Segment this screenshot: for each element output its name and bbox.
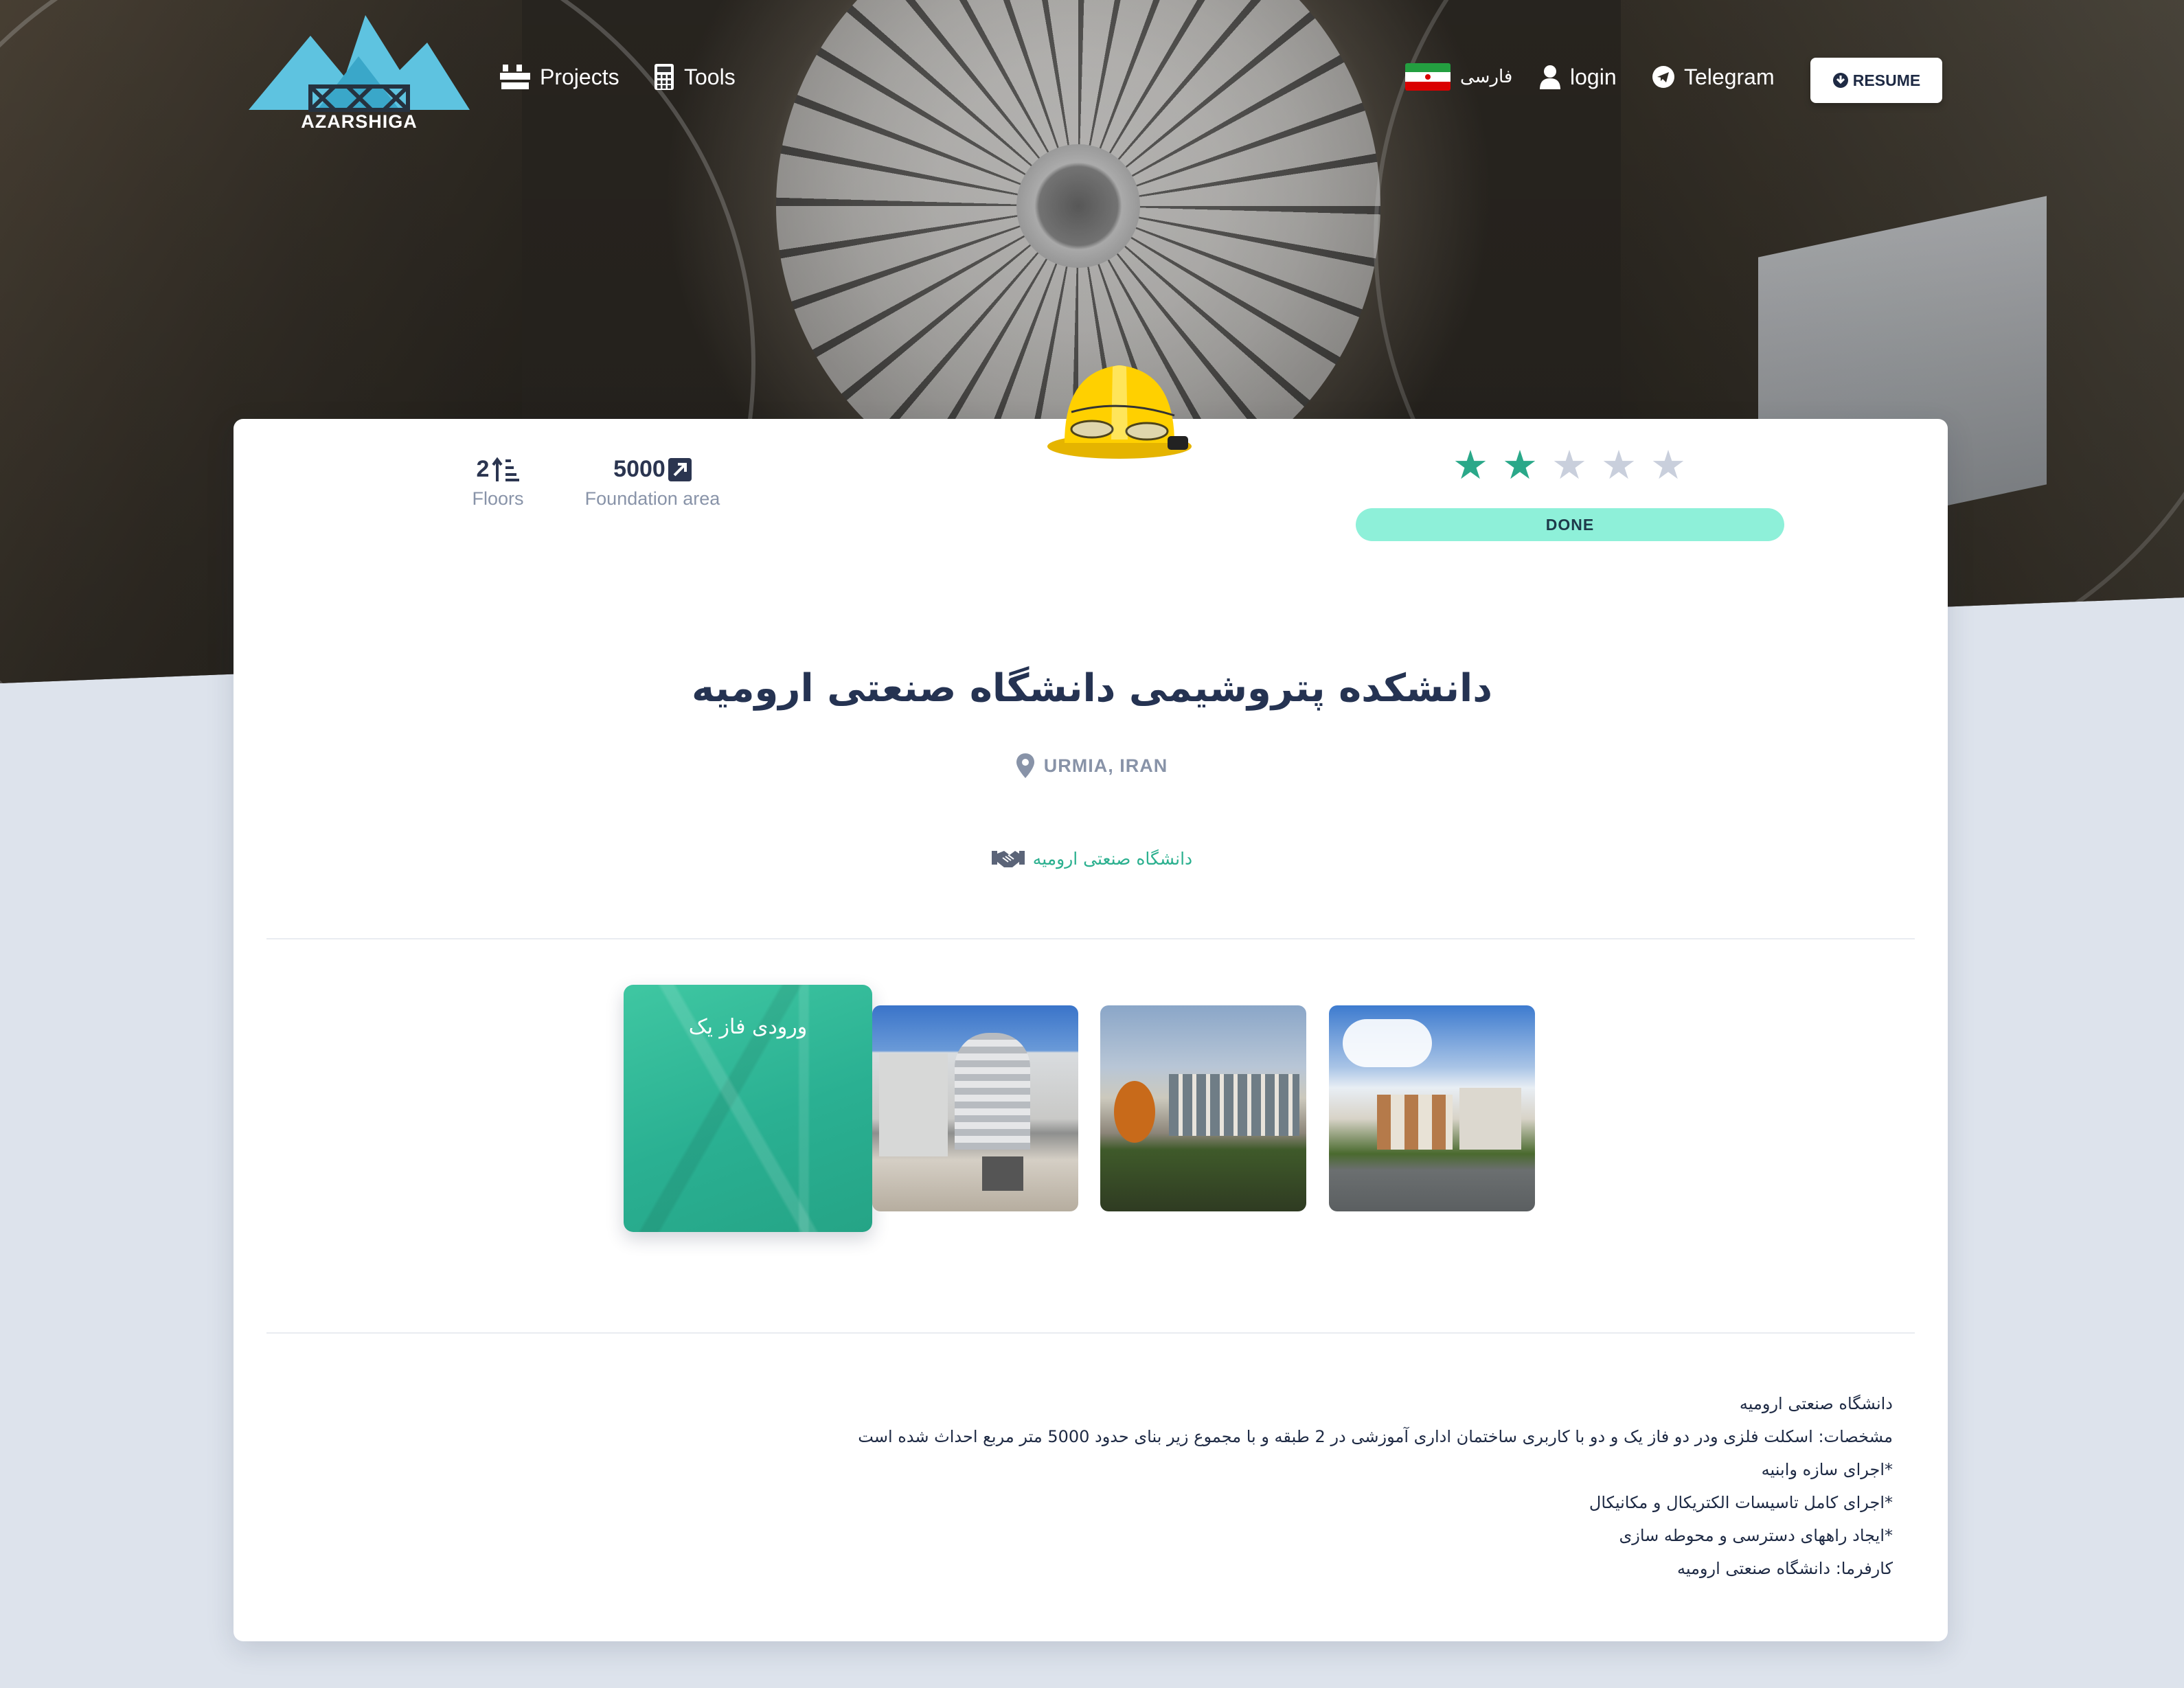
brand-logo[interactable]: AZARSHIGA (249, 15, 470, 139)
area-label: Foundation area (584, 488, 720, 509)
project-title: دانشکده پتروشیمی دانشگاه صنعتی ارومیه (692, 666, 1492, 711)
description-line: *اجرای سازه وابنیه (1761, 1460, 1893, 1479)
floors-label: Floors (472, 488, 524, 509)
user-icon (1540, 65, 1560, 89)
thumb-building-facade (1169, 1074, 1299, 1136)
star-empty-icon: ★ (1650, 442, 1686, 488)
star-filled-icon: ★ (1502, 442, 1538, 488)
project-location: URMIA, IRAN (0, 753, 2184, 778)
map-pin-icon (1016, 753, 1034, 778)
language-label: فارسی (1460, 67, 1513, 87)
project-description: دانشگاه صنعتی ارومیه مشخصات: اسکلت فلزی … (755, 1387, 1893, 1585)
rating-stars: ★ ★ ★ ★ ★ (1453, 445, 1686, 485)
thumb-autumn-tree (1114, 1081, 1155, 1143)
star-filled-icon: ★ (1453, 442, 1488, 488)
download-circle-icon (1832, 73, 1848, 88)
floors-value: 2 (476, 456, 490, 482)
login-label: login (1570, 64, 1617, 89)
gallery-featured-caption: ورودی فاز یک (688, 1015, 808, 1039)
star-empty-icon: ★ (1601, 442, 1637, 488)
expand-square-icon (668, 457, 692, 481)
project-client[interactable]: دانشگاه صنعتی ارومیه (0, 848, 2184, 869)
thumb-building-tower (955, 1033, 1030, 1150)
client-name: دانشگاه صنعتی ارومیه (1032, 848, 1193, 869)
telegram-icon (1652, 66, 1674, 88)
iran-flag-icon (1405, 63, 1451, 91)
description-line: *ایجاد راههای دسترسی و محوطه سازی (1619, 1526, 1893, 1545)
gallery-featured[interactable]: ورودی فاز یک (624, 985, 872, 1232)
thumb-cloud (1343, 1019, 1432, 1067)
thumb-building-door (982, 1156, 1023, 1191)
gallery-thumb[interactable] (872, 1005, 1078, 1211)
nav-tools-label: Tools (684, 64, 736, 89)
brand-name: AZARSHIGA (301, 111, 418, 132)
stat-foundation-area: 5000 Foundation area (577, 456, 728, 510)
description-line: کارفرما: دانشگاه صنعتی ارومیه (1676, 1559, 1893, 1578)
description-line: مشخصات: اسکلت فلزی ودر دو فاز یک و دو با… (858, 1427, 1893, 1446)
divider (266, 938, 1915, 939)
telegram-link[interactable]: Telegram (1652, 60, 1775, 93)
resume-button[interactable]: RESUME (1810, 58, 1942, 103)
top-navbar: AZARSHIGA Projects Tools فارسی login Tel… (0, 0, 2184, 137)
thumb-building-block (1459, 1088, 1521, 1150)
resume-label: RESUME (1852, 71, 1921, 89)
stat-floors: 2 Floors (453, 456, 543, 510)
crane-icon (500, 65, 530, 89)
nav-projects-label: Projects (540, 64, 619, 89)
location-label: URMIA, IRAN (1043, 755, 1168, 776)
description-line: دانشگاه صنعتی ارومیه (1739, 1394, 1893, 1413)
nav-tools[interactable]: Tools (654, 60, 736, 93)
area-value: 5000 (613, 456, 666, 482)
floors-icon (492, 457, 520, 481)
logo-mountains-icon (249, 15, 470, 112)
login-link[interactable]: login (1540, 60, 1617, 93)
star-empty-icon: ★ (1551, 442, 1587, 488)
description-line: *اجرای کامل تاسیسات الکتریکال و مکانیکال (1589, 1493, 1893, 1512)
thumb-building-block (1377, 1095, 1453, 1150)
divider (266, 1332, 1915, 1334)
handshake-icon (991, 851, 1025, 867)
language-switch[interactable]: فارسی (1405, 60, 1512, 93)
gallery-thumb[interactable] (1329, 1005, 1535, 1211)
gallery-thumb[interactable] (1100, 1005, 1306, 1211)
nav-projects[interactable]: Projects (500, 60, 619, 93)
telegram-label: Telegram (1684, 64, 1775, 89)
status-badge: DONE (1356, 508, 1784, 541)
thumb-building-wing (879, 1053, 948, 1156)
hard-hat-icon (1047, 365, 1192, 459)
calculator-icon (655, 64, 674, 90)
